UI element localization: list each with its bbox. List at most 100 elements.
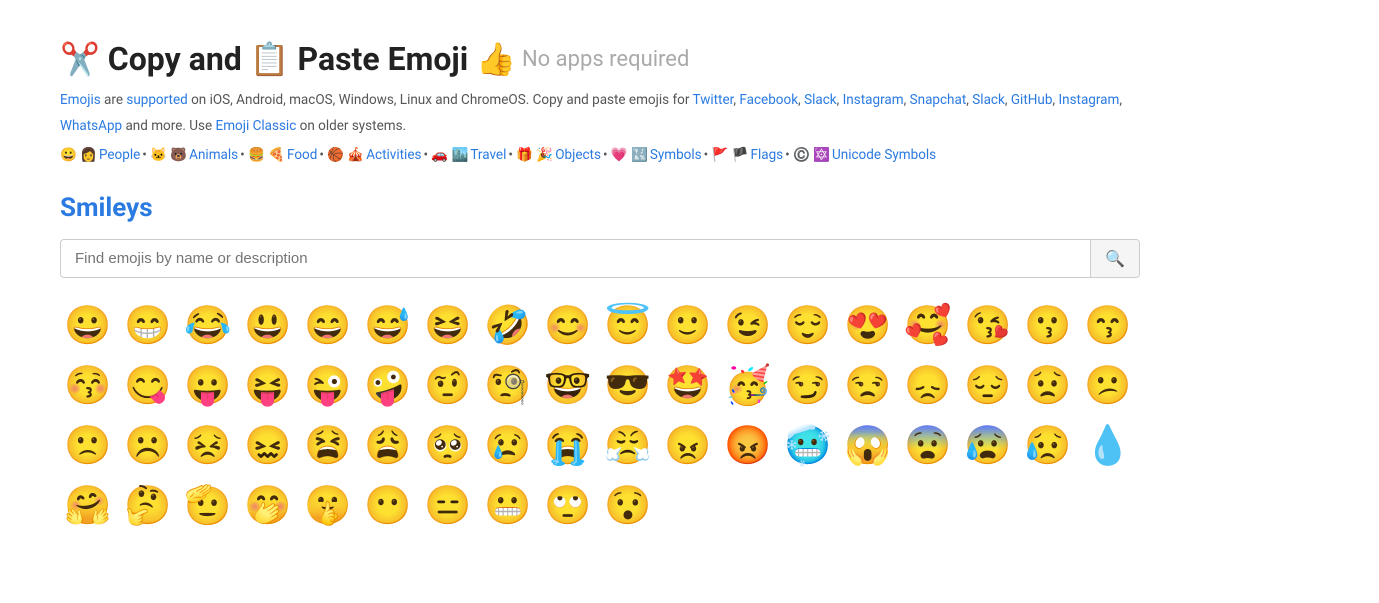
link-snapchat[interactable]: Snapchat [910,92,967,108]
emoji-item[interactable]: 😁 [120,298,176,354]
emoji-item[interactable]: 😎 [600,358,656,414]
smileys-title: Smileys [60,193,1319,223]
emoji-item[interactable]: 😣 [180,418,236,474]
emoji-item[interactable]: 😶 [360,478,416,534]
link-emoji-classic[interactable]: Emoji Classic [216,118,297,134]
emoji-item[interactable]: 🤓 [540,358,596,414]
search-button[interactable]: 🔍 [1090,240,1139,277]
title-area: ✂️ Copy and 📋 Paste Emoji 👍 No apps requ… [60,40,1319,78]
nav-link-people[interactable]: People [99,147,140,163]
link-twitter[interactable]: Twitter [693,92,734,108]
link-github[interactable]: GitHub [1011,92,1053,108]
emoji-item[interactable]: 🤔 [120,478,176,534]
emoji-item[interactable]: 😤 [600,418,656,474]
emoji-item[interactable]: 😟 [1020,358,1076,414]
emoji-item[interactable]: 🤫 [300,478,356,534]
emoji-item[interactable]: 🙄 [540,478,596,534]
nav-link-symbols[interactable]: Symbols [650,147,702,163]
emoji-item[interactable]: ☹️ [120,418,176,474]
search-input[interactable] [61,240,1090,277]
title-emoji-thumbsup: 👍 [476,40,516,78]
emoji-item[interactable]: 😄 [300,298,356,354]
emoji-item[interactable]: 😇 [600,298,656,354]
sep-6: • 💗 🔣 [603,147,648,163]
emoji-item[interactable]: 😕 [1080,358,1136,414]
emoji-item[interactable]: 🥶 [780,418,836,474]
emoji-item[interactable]: 🤩 [660,358,716,414]
emoji-item[interactable]: 😒 [840,358,896,414]
emoji-item[interactable]: 😋 [120,358,176,414]
emoji-item[interactable]: 😅 [360,298,416,354]
emoji-item[interactable]: 🧐 [480,358,536,414]
emoji-item[interactable]: 🙁 [60,418,116,474]
emoji-item[interactable]: 💧 [1080,418,1136,474]
emoji-item[interactable]: 😖 [240,418,296,474]
emoji-item[interactable]: 😙 [1080,298,1136,354]
emoji-item[interactable]: 🤨 [420,358,476,414]
emoji-item[interactable]: 🤗 [60,478,116,534]
emoji-item[interactable]: 🤭 [240,478,296,534]
emoji-item[interactable]: 😫 [300,418,356,474]
nav-link-flags[interactable]: Flags [750,147,783,163]
title-emoji-scissors: ✂️ [60,40,100,78]
nav-link-food[interactable]: Food [287,147,317,163]
emoji-item[interactable]: 😠 [660,418,716,474]
link-slack-2[interactable]: Slack [972,92,1005,108]
emoji-item[interactable]: 😡 [720,418,776,474]
emoji-item[interactable]: 🤪 [360,358,416,414]
nav-link-animals[interactable]: Animals [189,147,238,163]
emoji-item[interactable]: 😢 [480,418,536,474]
emoji-item[interactable]: 😏 [780,358,836,414]
emoji-item[interactable]: 😌 [780,298,836,354]
page-header: ✂️ Copy and 📋 Paste Emoji 👍 No apps requ… [60,40,1319,163]
emoji-item[interactable]: 🫡 [180,478,236,534]
link-facebook[interactable]: Facebook [739,92,798,108]
emoji-item[interactable]: 😔 [960,358,1016,414]
emoji-item[interactable]: 🤣 [480,298,536,354]
emoji-item[interactable]: 😃 [240,298,296,354]
nav-link-unicode[interactable]: Unicode Symbols [832,147,936,163]
emoji-item[interactable]: 😘 [960,298,1016,354]
emoji-item[interactable]: 😀 [60,298,116,354]
emoji-item[interactable]: 😭 [540,418,596,474]
link-emojis[interactable]: Emojis [60,92,101,108]
emoji-item[interactable]: 😊 [540,298,596,354]
emoji-item[interactable]: 😍 [840,298,896,354]
emoji-item[interactable]: 😨 [900,418,956,474]
emoji-item[interactable]: 😯 [600,478,656,534]
emoji-item[interactable]: 😥 [1020,418,1076,474]
emoji-item[interactable]: 😬 [480,478,536,534]
nav-link-travel[interactable]: Travel [470,147,506,163]
search-icon: 🔍 [1105,251,1125,268]
link-whatsapp[interactable]: WhatsApp [60,118,122,134]
link-instagram-2[interactable]: Instagram [1058,92,1119,108]
emoji-item[interactable]: 😉 [720,298,776,354]
link-supported[interactable]: supported [126,92,187,108]
emoji-item[interactable]: 🙂 [660,298,716,354]
emoji-item[interactable]: 😝 [240,358,296,414]
sep-7: • 🚩 🏴 [704,147,749,163]
title-emoji-clipboard: 📋 [250,40,290,78]
emoji-item[interactable]: 😞 [900,358,956,414]
emoji-item[interactable]: 😆 [420,298,476,354]
emoji-item[interactable]: 😚 [60,358,116,414]
emoji-item[interactable]: 😜 [300,358,356,414]
emoji-item[interactable]: 😛 [180,358,236,414]
link-slack-1[interactable]: Slack [804,92,837,108]
emoji-item[interactable]: 🥺 [420,418,476,474]
header-desc-2: WhatsApp and more. Use Emoji Classic on … [60,116,1319,138]
emoji-item[interactable]: 😰 [960,418,1016,474]
sep-8: • ©️ 🔯 [785,147,830,163]
nav-link-activities[interactable]: Activities [366,147,421,163]
emoji-item[interactable]: 🥰 [900,298,956,354]
sep-1: • 🐱 🐻 [142,147,187,163]
sep-5: • 🎁 🎉 [508,147,553,163]
nav-link-objects[interactable]: Objects [555,147,601,163]
emoji-item[interactable]: 😱 [840,418,896,474]
emoji-item[interactable]: 🥳 [720,358,776,414]
emoji-item[interactable]: 😑 [420,478,476,534]
emoji-item[interactable]: 😂 [180,298,236,354]
emoji-item[interactable]: 😩 [360,418,416,474]
link-instagram-1[interactable]: Instagram [843,92,904,108]
emoji-item[interactable]: 😗 [1020,298,1076,354]
